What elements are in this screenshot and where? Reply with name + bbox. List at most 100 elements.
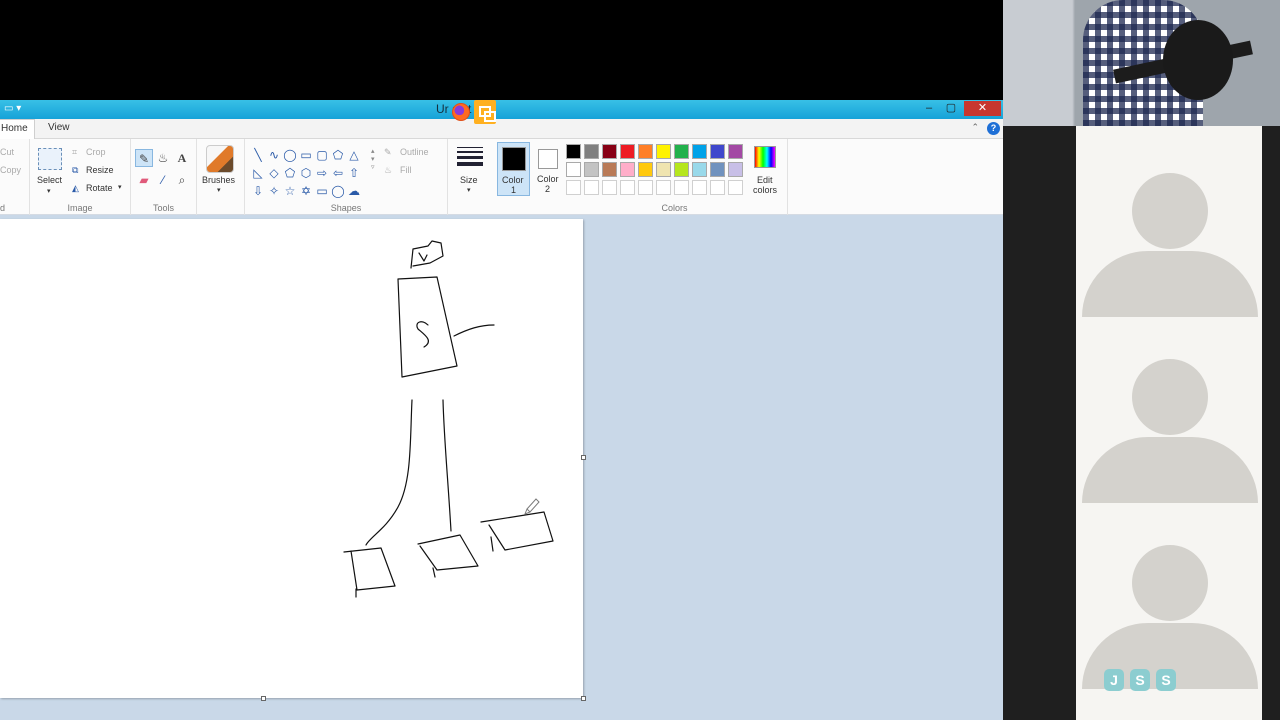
firefox-icon[interactable] (452, 103, 470, 121)
close-button[interactable]: ✕ (964, 101, 1001, 116)
color1-button[interactable]: Color 1 (497, 142, 530, 196)
curve-shape-icon[interactable]: ∿ (266, 147, 282, 163)
callout-cloud-shape-icon[interactable]: ☁ (346, 183, 362, 199)
color-swatch[interactable] (584, 162, 599, 177)
color-swatch[interactable] (710, 144, 725, 159)
line-shape-icon[interactable]: ╲ (250, 147, 266, 163)
color-swatch[interactable] (584, 180, 599, 195)
size-icon[interactable] (457, 147, 483, 169)
title-bar[interactable]: ▭ ▾ Ur aint – ▢ ✕ (0, 100, 1003, 119)
color-swatch[interactable] (656, 162, 671, 177)
rotate-button[interactable]: Rotate (86, 183, 113, 193)
pencil-icon[interactable]: ✎ (135, 149, 153, 167)
color-palette[interactable] (566, 144, 750, 198)
select-button[interactable]: Select (37, 175, 62, 185)
outline-button[interactable]: Outline (400, 147, 429, 157)
outline-icon[interactable]: ✎ (384, 147, 392, 158)
chevron-down-icon[interactable]: ▾ (47, 187, 51, 195)
switch-window-icon[interactable] (474, 100, 496, 124)
brush-icon[interactable] (206, 145, 234, 173)
color-swatch[interactable] (566, 162, 581, 177)
rotate-icon[interactable]: ◭ (72, 183, 79, 194)
cut-button[interactable]: Cut (0, 147, 14, 157)
color-swatch[interactable] (728, 144, 743, 159)
copy-button[interactable]: Copy (0, 165, 21, 175)
color-swatch[interactable] (674, 162, 689, 177)
edit-colors-icon[interactable] (754, 146, 776, 168)
drawing-canvas[interactable] (0, 219, 583, 698)
color-swatch[interactable] (602, 180, 617, 195)
hexagon-shape-icon[interactable]: ⬡ (298, 165, 314, 181)
edit-colors-button-line2[interactable]: colors (753, 185, 777, 195)
quick-access-toolbar[interactable]: ▭ ▾ (4, 103, 21, 114)
brushes-button[interactable]: Brushes (202, 175, 235, 185)
resize-icon[interactable]: ⧉ (72, 165, 78, 176)
color-swatch[interactable] (584, 144, 599, 159)
minimize-button[interactable]: – (919, 101, 939, 116)
shapes-gallery[interactable]: ╲ ∿ ◯ ▭ ▢ ⬠ △ ◺ ◇ ⬠ ⬡ ⇨ ⇦ ⇧ ⇩ ✧ ☆ ✡ ▭ ◯ ☁ (250, 146, 372, 200)
fill-bucket-icon[interactable]: ♨ (154, 149, 172, 167)
edit-colors-button[interactable]: Edit (757, 175, 773, 185)
crop-button[interactable]: Crop (86, 147, 106, 157)
rectangle-shape-icon[interactable]: ▭ (298, 147, 314, 163)
pentagon-shape-icon[interactable]: ⬠ (282, 165, 298, 181)
resize-handle-bottom[interactable] (261, 696, 266, 701)
fill-button[interactable]: Fill (400, 165, 412, 175)
brushes-chevron-icon[interactable]: ▾ (217, 186, 221, 194)
tab-view[interactable]: View (48, 122, 70, 133)
fill-icon[interactable]: ♨ (384, 165, 392, 176)
callout-rect-shape-icon[interactable]: ▭ (314, 183, 330, 199)
color-swatch[interactable] (602, 162, 617, 177)
diamond-shape-icon[interactable]: ◇ (266, 165, 282, 181)
participant-avatar[interactable] (1082, 359, 1258, 504)
color-swatch[interactable] (638, 180, 653, 195)
triangle-shape-icon[interactable]: △ (346, 147, 362, 163)
tab-home[interactable]: Home (0, 119, 35, 139)
four-star-shape-icon[interactable]: ✧ (266, 183, 282, 199)
left-arrow-shape-icon[interactable]: ⇦ (330, 165, 346, 181)
color-swatch[interactable] (638, 162, 653, 177)
rotate-chevron-icon[interactable]: ▾ (118, 183, 122, 191)
select-icon[interactable] (38, 148, 62, 170)
five-star-shape-icon[interactable]: ☆ (282, 183, 298, 199)
color-swatch[interactable] (674, 144, 689, 159)
minimize-ribbon-icon[interactable]: ⌃ (971, 122, 979, 133)
color-swatch[interactable] (638, 144, 653, 159)
help-icon[interactable]: ? (987, 122, 1000, 135)
resize-handle-corner[interactable] (581, 696, 586, 701)
polygon-shape-icon[interactable]: ⬠ (330, 147, 346, 163)
color-swatch[interactable] (620, 144, 635, 159)
magnifier-icon[interactable]: ⌕ (173, 171, 191, 189)
color-swatch[interactable] (692, 144, 707, 159)
size-chevron-icon[interactable]: ▾ (467, 186, 471, 194)
six-star-shape-icon[interactable]: ✡ (298, 183, 314, 199)
text-tool-icon[interactable]: A (173, 149, 191, 167)
color-swatch[interactable] (656, 180, 671, 195)
color-picker-icon[interactable]: ⁄ (154, 171, 172, 189)
color-swatch[interactable] (710, 162, 725, 177)
shapes-scroll-icon[interactable]: ▴ ▾ ▿ (371, 147, 375, 171)
color-swatch[interactable] (692, 180, 707, 195)
color-swatch[interactable] (656, 144, 671, 159)
color-swatch[interactable] (728, 162, 743, 177)
up-arrow-shape-icon[interactable]: ⇧ (346, 165, 362, 181)
down-arrow-shape-icon[interactable]: ⇩ (250, 183, 266, 199)
eraser-icon[interactable]: ▰ (135, 171, 153, 189)
resize-handle-right[interactable] (581, 455, 586, 460)
crop-icon[interactable]: ⌗ (72, 147, 77, 158)
color-swatch[interactable] (602, 144, 617, 159)
right-arrow-shape-icon[interactable]: ⇨ (314, 165, 330, 181)
maximize-button[interactable]: ▢ (941, 101, 961, 116)
color-swatch[interactable] (674, 180, 689, 195)
callout-oval-shape-icon[interactable]: ◯ (330, 183, 346, 199)
color-swatch[interactable] (710, 180, 725, 195)
participant-avatar[interactable] (1082, 173, 1258, 318)
color-swatch[interactable] (566, 180, 581, 195)
color-swatch[interactable] (566, 144, 581, 159)
color-swatch[interactable] (692, 162, 707, 177)
color-swatch[interactable] (620, 162, 635, 177)
right-triangle-shape-icon[interactable]: ◺ (250, 165, 266, 181)
resize-button[interactable]: Resize (86, 165, 114, 175)
rounded-rectangle-shape-icon[interactable]: ▢ (314, 147, 330, 163)
oval-shape-icon[interactable]: ◯ (282, 147, 298, 163)
